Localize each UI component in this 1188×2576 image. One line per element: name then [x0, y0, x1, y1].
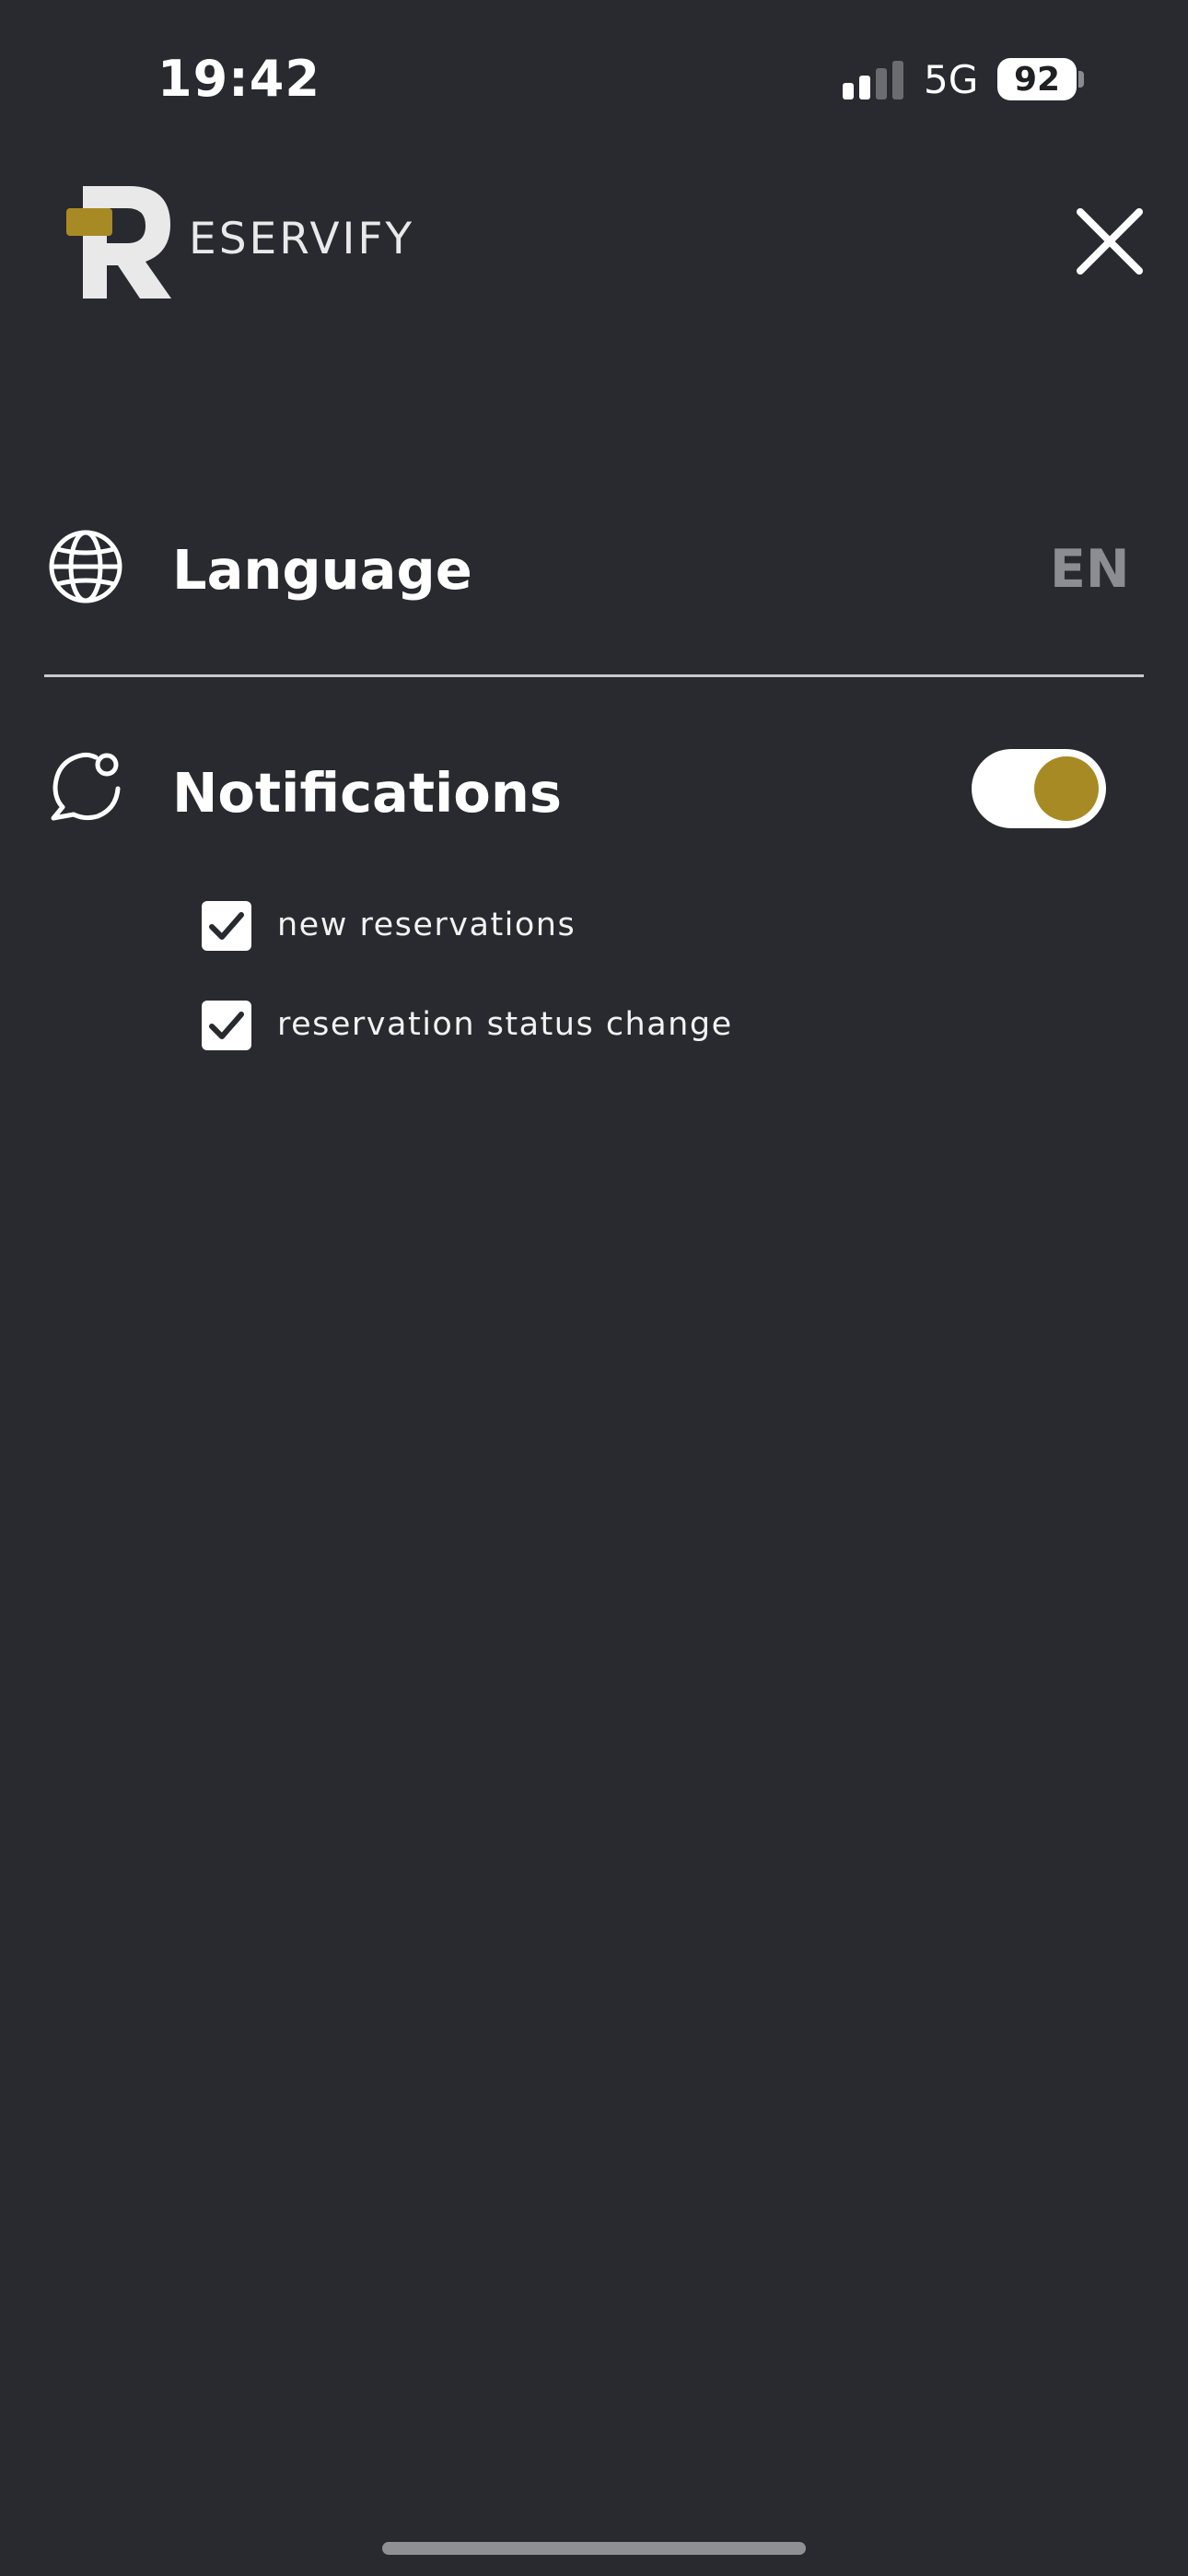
signal-strength-icon: [843, 61, 903, 100]
notifications-toggle[interactable]: [972, 749, 1106, 828]
close-icon[interactable]: [1073, 205, 1147, 278]
battery-cap-icon: [1078, 71, 1084, 88]
status-time: 19:42: [157, 50, 320, 108]
checkbox-new-reservations[interactable]: [202, 901, 251, 951]
option-label: reservation status change: [277, 1006, 733, 1043]
network-type: 5G: [924, 57, 979, 102]
option-label: new reservations: [277, 907, 577, 943]
chat-bubble-notification-icon: [51, 752, 121, 821]
brand-text: ESERVIFY: [189, 214, 415, 264]
settings-screen: 19:42 5G 92 ESERVIFY Language EN Notific…: [0, 0, 1188, 2576]
language-label: Language: [172, 538, 472, 602]
language-value[interactable]: EN: [1050, 539, 1130, 600]
checkmark-icon: [209, 912, 244, 940]
checkbox-reservation-status-change[interactable]: [202, 1001, 251, 1050]
battery-indicator: 92: [997, 58, 1077, 100]
notifications-label: Notifications: [172, 761, 562, 825]
checkmark-icon: [209, 1012, 244, 1039]
globe-icon: [49, 530, 122, 603]
battery-level: 92: [1013, 60, 1061, 99]
toggle-knob: [1034, 756, 1099, 821]
home-indicator[interactable]: [382, 2542, 806, 2555]
divider: [44, 674, 1144, 677]
